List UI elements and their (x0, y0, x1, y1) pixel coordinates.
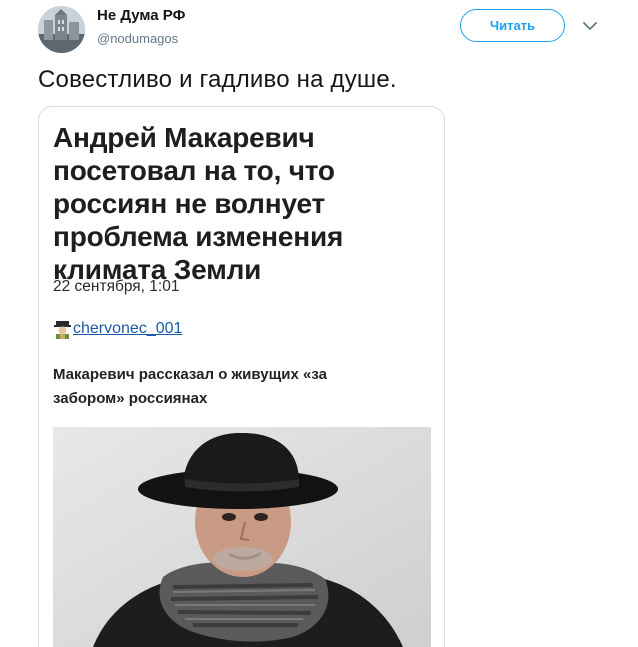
tweet-media[interactable]: Андрей Макаревич посетовал на то, что ро… (38, 106, 445, 647)
author-name[interactable]: Не Дума РФ (97, 7, 185, 24)
headline-line: россиян не волнует (53, 188, 325, 219)
article-author-link: chervonec_001 (73, 320, 183, 337)
headline-line: проблема изменения (53, 221, 344, 252)
article-date: 22 сентября, 1:01 (53, 278, 180, 295)
man-in-hat-photo (53, 427, 431, 647)
article-headline: Андрей Макаревич посетовал на то, что ро… (53, 121, 413, 286)
chevron-down-icon (583, 21, 597, 30)
headline-line: Андрей Макаревич (53, 122, 315, 153)
headline-line: посетовал на то, что (53, 155, 335, 186)
subheadline-line: забором» россиянах (53, 390, 208, 407)
article-photo (53, 427, 431, 647)
article-author: chervonec_001 (53, 318, 182, 340)
article-subheadline: Макаревич рассказал о живущих «за заборо… (53, 363, 423, 411)
more-options-button[interactable] (580, 18, 600, 34)
user-avatar-icon (54, 320, 71, 339)
tweet-text: Совестливо и гадливо на душе. (38, 66, 397, 93)
subheadline-line: Макаревич рассказал о живущих «за (53, 366, 327, 383)
avatar[interactable] (38, 6, 85, 53)
author-handle[interactable]: @nodumagos (97, 31, 178, 46)
avatar-image (38, 6, 85, 53)
follow-button[interactable]: Читать (460, 9, 565, 42)
